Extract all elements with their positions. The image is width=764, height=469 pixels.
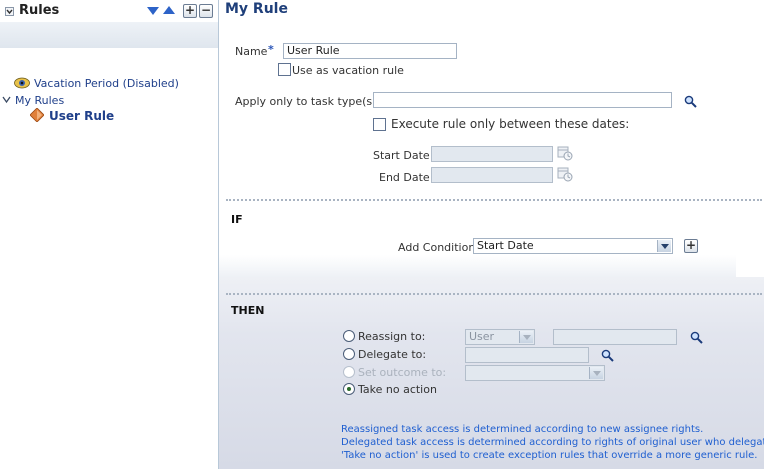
calendar-icon xyxy=(557,146,573,161)
vacation-rule-checkbox[interactable] xyxy=(278,63,291,76)
start-date-label: Start Date xyxy=(373,149,430,162)
add-condition-button[interactable]: + xyxy=(684,239,698,253)
section-separator xyxy=(226,199,762,201)
expand-chevron-icon[interactable] xyxy=(2,96,11,104)
end-date-label: End Date xyxy=(379,171,430,184)
execute-between-dates-label: Execute rule only between these dates: xyxy=(391,117,630,131)
if-heading: IF xyxy=(231,213,243,226)
reassign-type-value: User xyxy=(469,330,495,343)
rule-diamond-icon xyxy=(30,108,44,122)
chevron-down-icon xyxy=(657,240,671,252)
calendar-icon xyxy=(557,167,573,182)
end-date-input xyxy=(431,167,553,183)
chevron-down-icon xyxy=(519,331,533,343)
task-types-label: Apply only to task type(s) xyxy=(235,95,377,108)
condition-select-value: Start Date xyxy=(477,239,534,252)
chevron-down-icon xyxy=(589,367,603,379)
reassign-user-input xyxy=(553,329,677,345)
delete-rule-button[interactable]: − xyxy=(199,4,213,18)
execute-between-dates-checkbox[interactable] xyxy=(373,118,386,131)
name-label: Name xyxy=(235,45,268,58)
reassign-label: Reassign to: xyxy=(358,330,426,343)
vacation-rule-label: Use as vacation rule xyxy=(292,64,404,77)
tree-item-my-rules[interactable]: My Rules xyxy=(15,94,64,107)
then-heading: THEN xyxy=(231,304,265,317)
take-no-action-label: Take no action xyxy=(358,383,437,396)
collapse-panel-icon[interactable] xyxy=(5,7,14,16)
set-outcome-label: Set outcome to: xyxy=(358,366,447,379)
task-types-input[interactable] xyxy=(373,92,672,108)
eye-icon xyxy=(14,77,30,89)
search-icon[interactable] xyxy=(601,349,614,362)
navigator-title: Rules xyxy=(19,3,60,18)
tree-item-vacation-period[interactable]: Vacation Period (Disabled) xyxy=(34,77,179,90)
delegate-user-input xyxy=(465,347,589,363)
delegate-label: Delegate to: xyxy=(358,348,427,361)
navigator-header: Rules + − xyxy=(0,0,218,22)
start-date-input xyxy=(431,146,553,162)
rules-navigator-panel xyxy=(0,0,219,469)
note-no-action: 'Take no action' is used to create excep… xyxy=(341,450,758,461)
page-title: My Rule xyxy=(225,1,288,17)
section-separator xyxy=(226,293,762,295)
add-rule-button[interactable]: + xyxy=(183,4,197,18)
move-down-icon[interactable] xyxy=(147,7,159,16)
note-reassign: Reassigned task access is determined acc… xyxy=(341,424,704,435)
required-marker: * xyxy=(268,43,274,56)
name-input[interactable]: User Rule xyxy=(283,43,457,59)
search-icon[interactable] xyxy=(684,95,697,108)
set-outcome-radio xyxy=(343,366,355,378)
take-no-action-radio[interactable] xyxy=(343,383,355,395)
reassign-radio[interactable] xyxy=(343,330,355,342)
if-section-footer xyxy=(219,255,736,277)
navigator-toolbar-band xyxy=(0,22,218,48)
delegate-radio[interactable] xyxy=(343,348,355,360)
search-icon[interactable] xyxy=(690,331,703,344)
reassign-type-select: User xyxy=(465,329,535,345)
move-up-icon[interactable] xyxy=(163,6,175,15)
tree-item-user-rule[interactable]: User Rule xyxy=(49,109,114,123)
note-delegate: Delegated task access is determined acco… xyxy=(341,437,764,448)
add-condition-label: Add Condition xyxy=(398,241,476,254)
condition-select[interactable]: Start Date xyxy=(473,238,673,254)
outcome-select xyxy=(465,365,605,381)
